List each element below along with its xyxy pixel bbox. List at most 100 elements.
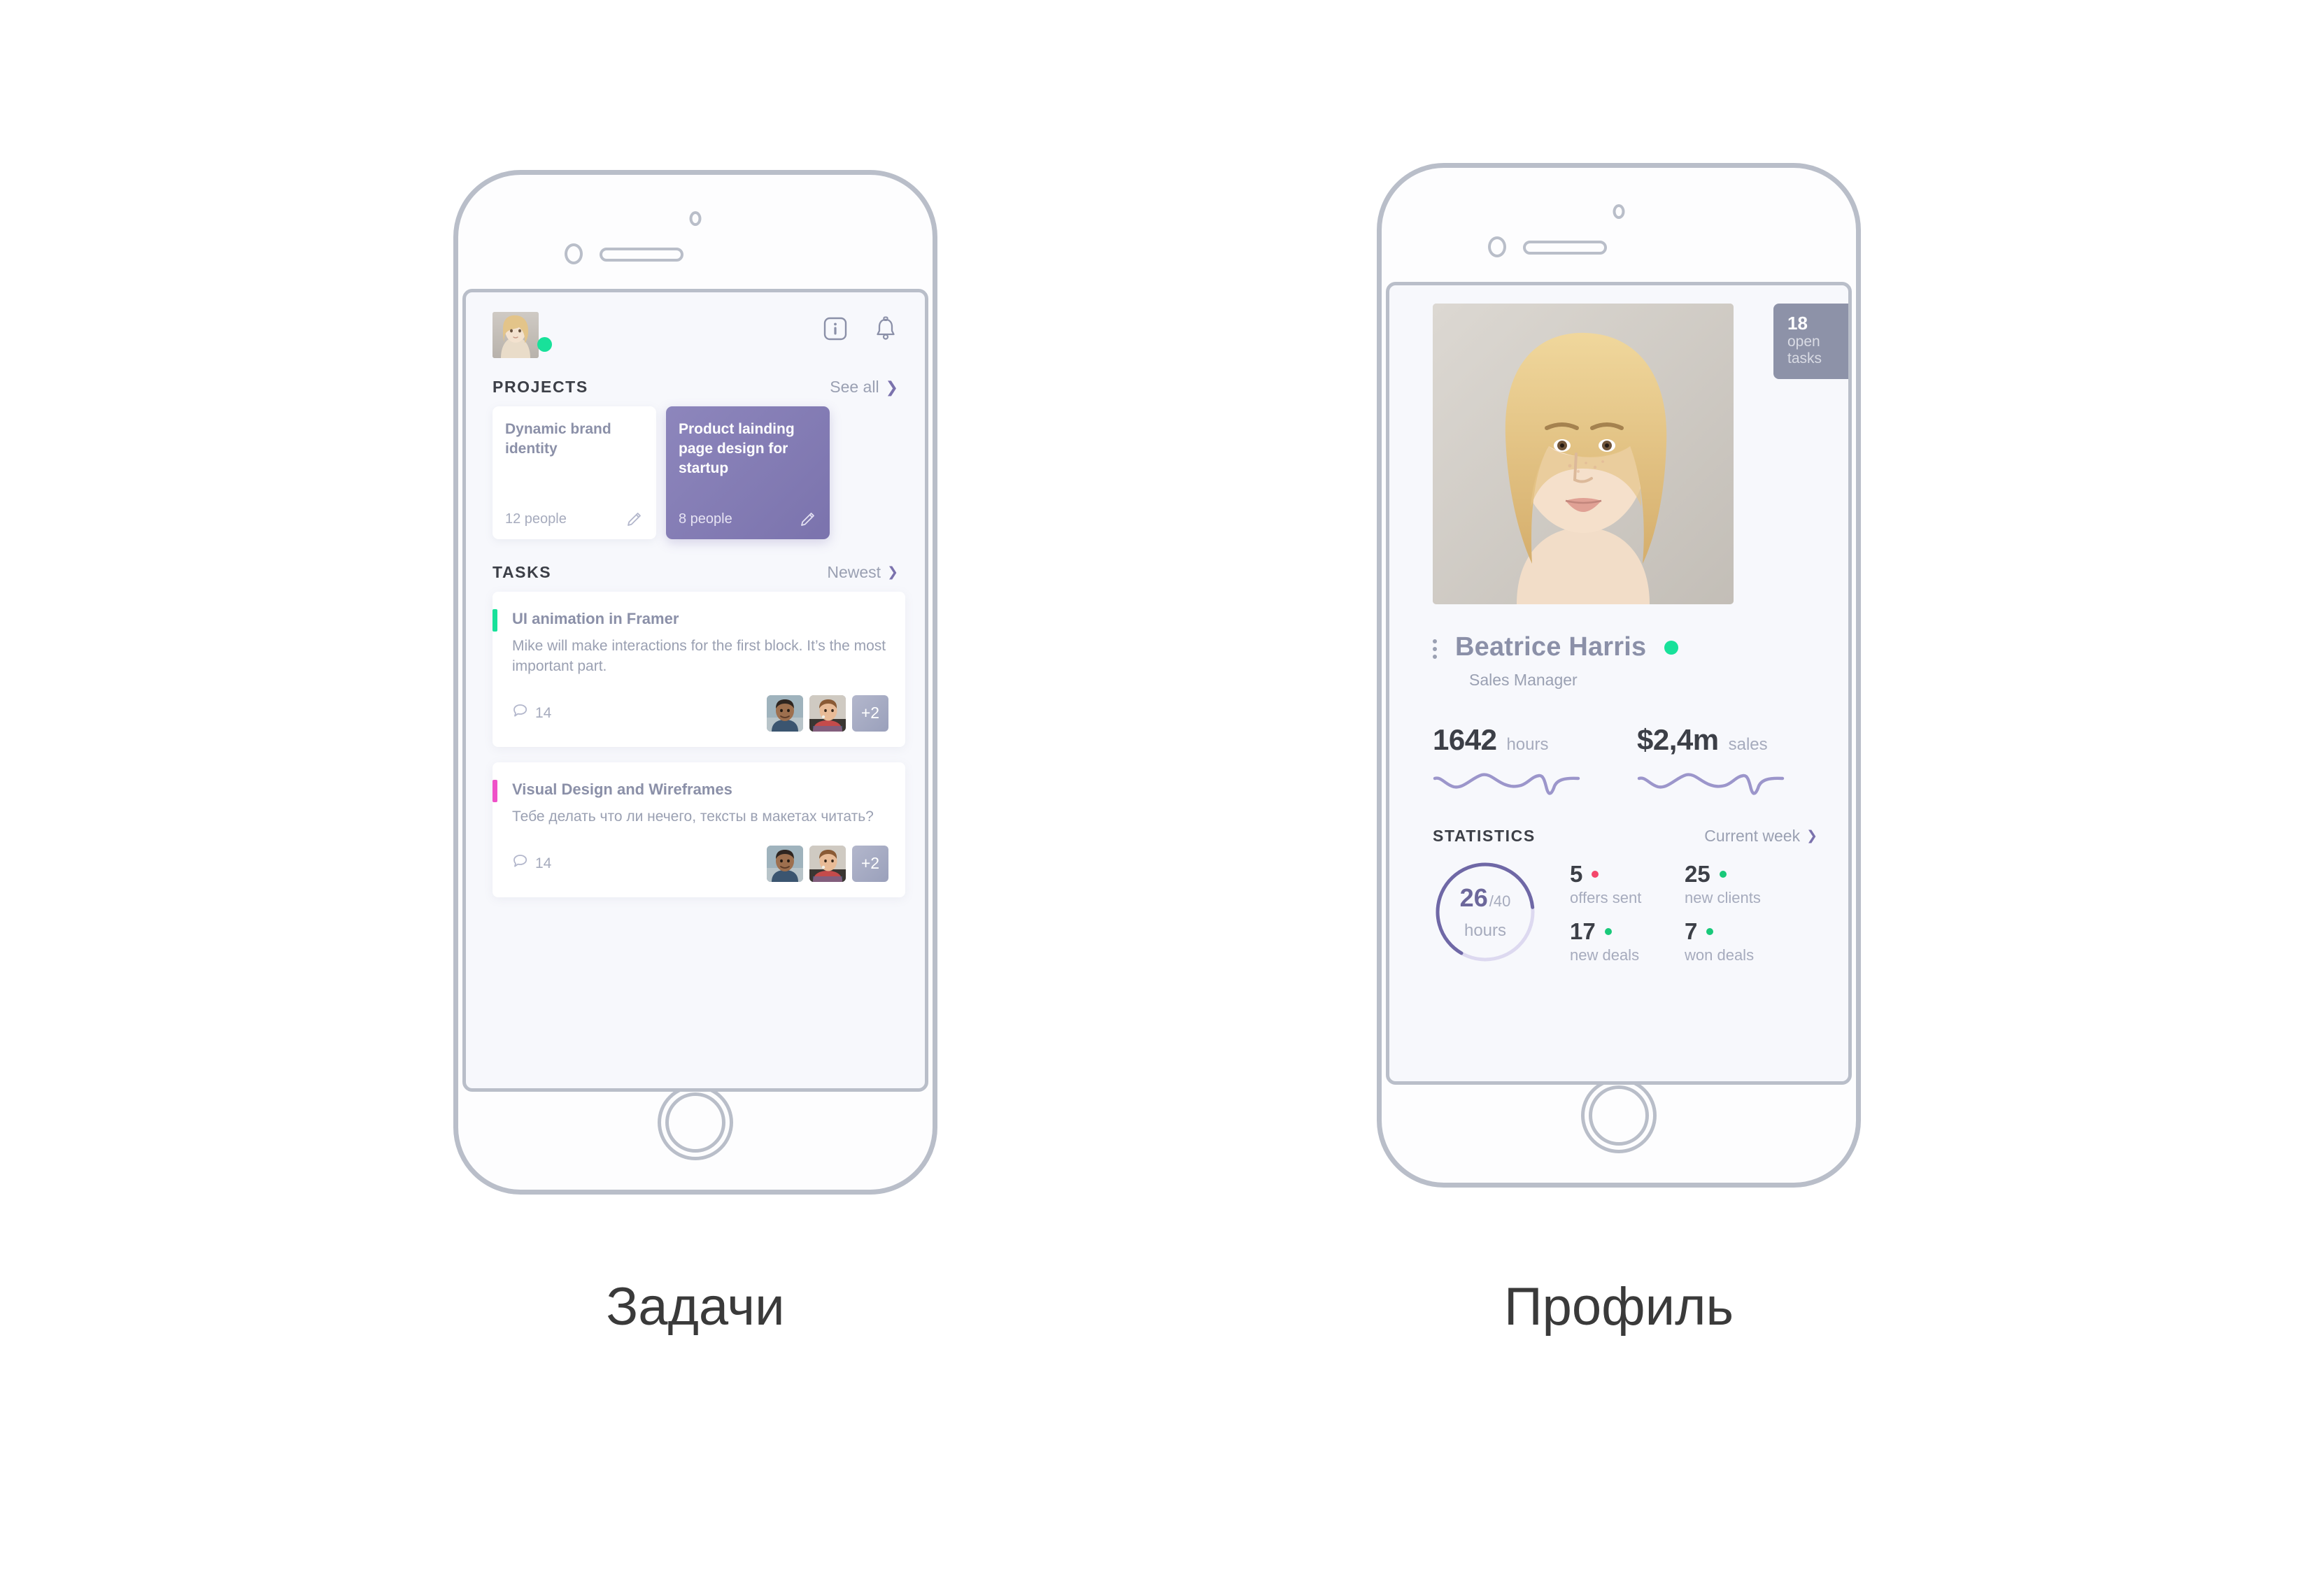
metric-label: new deals: [1570, 946, 1640, 964]
donut-value: 26: [1459, 883, 1488, 912]
screen-tasks: PROJECTS See all ❯ Dynamic brand identit…: [462, 289, 928, 1092]
assignee-avatar[interactable]: [767, 694, 803, 732]
statistics-header: STATISTICS Current week ❯: [1389, 797, 1848, 846]
online-status-dot: [537, 337, 552, 352]
tasks-sort-label: Newest: [827, 563, 881, 581]
metric-new-clients: 25 new clients: [1685, 861, 1799, 907]
statistics-period-label: Current week: [1704, 827, 1801, 845]
projects-title: PROJECTS: [493, 378, 588, 396]
task-color-bar: [493, 609, 497, 632]
project-people-count: 12 people: [505, 511, 567, 527]
metric-new-deals: 17 new deals: [1570, 918, 1685, 964]
see-all-button[interactable]: See all ❯: [830, 378, 898, 397]
kpi-hours-unit: hours: [1506, 735, 1549, 754]
task-row[interactable]: UI animation in Framer Mike will make in…: [493, 592, 905, 747]
proximity-sensor-icon: [1488, 236, 1506, 257]
task-comment-count: 14: [535, 855, 552, 871]
donut-center-label: 26 /40 hours: [1430, 857, 1540, 967]
task-comments[interactable]: 14: [512, 703, 551, 724]
task-comments[interactable]: 14: [512, 853, 551, 874]
sparkline-sales: [1637, 767, 1805, 797]
project-people-count: 8 people: [679, 511, 732, 527]
statistics-title: STATISTICS: [1433, 827, 1536, 845]
metric-value-row: 5: [1570, 861, 1685, 888]
kpi-hours: 1642 hours: [1433, 723, 1601, 797]
task-title: UI animation in Framer: [512, 610, 679, 627]
kpi-sales-head: $2,4m sales: [1637, 723, 1805, 757]
pencil-icon[interactable]: [799, 510, 817, 528]
donut-value-row: 26 /40: [1460, 883, 1511, 913]
hours-donut-chart: 26 /40 hours: [1430, 857, 1540, 967]
app-header: [466, 292, 925, 378]
screen-profile: 18 open tasks Beatrice Harris Sales Mana…: [1386, 282, 1852, 1085]
donut-denominator: /40: [1489, 892, 1511, 910]
task-row[interactable]: Visual Design and Wireframes Тебе делать…: [493, 762, 905, 897]
task-description: Тебе делать что ли нечего, тексты в маке…: [512, 808, 874, 825]
home-button[interactable]: [1581, 1078, 1657, 1153]
metric-value: 7: [1685, 918, 1698, 944]
kebab-menu-icon[interactable]: [1433, 636, 1437, 659]
statistics-body: 26 /40 hours 5 offers sent 25 new client…: [1389, 846, 1848, 967]
donut-unit: hours: [1464, 921, 1507, 940]
open-tasks-badge[interactable]: 18 open tasks: [1773, 304, 1848, 379]
metric-value: 5: [1570, 861, 1583, 887]
avatar-image: [493, 312, 539, 358]
metric-value: 17: [1570, 918, 1596, 944]
metric-value: 25: [1685, 861, 1710, 887]
metric-value-row: 7: [1685, 918, 1799, 945]
extra-assignees-badge[interactable]: +2: [852, 694, 888, 732]
tasks-sort-dropdown[interactable]: Newest ❯: [827, 563, 898, 582]
kpi-sales-unit: sales: [1728, 735, 1768, 754]
caption-tasks: Задачи: [606, 1277, 785, 1337]
metric-label: offers sent: [1570, 889, 1642, 906]
project-card[interactable]: Dynamic brand identity 12 people: [493, 406, 656, 539]
assignee-avatar[interactable]: [809, 845, 846, 882]
metric-value-row: 25: [1685, 861, 1799, 888]
chevron-right-icon: ❯: [885, 378, 898, 396]
task-footer: 14 +2: [512, 694, 888, 732]
info-icon[interactable]: [823, 316, 848, 341]
metric-status-dot: [1604, 928, 1612, 935]
task-assignees: +2: [767, 694, 888, 732]
antenna-notch: [1716, 163, 1789, 168]
statistics-period-dropdown[interactable]: Current week ❯: [1704, 827, 1818, 846]
avatar[interactable]: [493, 312, 552, 358]
tasks-list: UI animation in Framer Mike will make in…: [466, 592, 925, 897]
online-status-dot: [1664, 640, 1679, 655]
profile-photo[interactable]: [1433, 304, 1734, 604]
tasks-section-header: TASKS Newest ❯: [466, 563, 925, 582]
metric-status-dot: [1706, 928, 1714, 935]
open-tasks-label-line1: open: [1787, 333, 1820, 350]
caption-profile: Профиль: [1503, 1277, 1734, 1337]
profile-name-row: Beatrice Harris: [1389, 604, 1848, 662]
projects-list: Dynamic brand identity 12 people Product…: [466, 406, 925, 539]
chevron-down-icon: ❯: [1806, 829, 1818, 843]
metric-status-dot: [1719, 871, 1727, 878]
earpiece-speaker: [600, 248, 683, 262]
pencil-icon[interactable]: [625, 510, 644, 528]
home-button[interactable]: [658, 1085, 733, 1160]
project-card[interactable]: Product lainding page design for startup…: [666, 406, 830, 539]
task-footer: 14 +2: [512, 845, 888, 882]
phone-mockup-profile: 18 open tasks Beatrice Harris Sales Mana…: [1377, 163, 1861, 1188]
kpi-sales-value: $2,4m: [1637, 723, 1719, 756]
kpi-hours-head: 1642 hours: [1433, 723, 1601, 757]
metric-status-dot: [1592, 871, 1599, 878]
kpi-hours-value: 1642: [1433, 723, 1497, 756]
open-tasks-count: 18: [1787, 313, 1808, 334]
comment-icon: [512, 703, 529, 724]
bell-icon[interactable]: [873, 316, 898, 341]
assignee-avatar[interactable]: [767, 845, 803, 882]
extra-assignees-badge[interactable]: +2: [852, 845, 888, 882]
project-title: Dynamic brand identity: [505, 421, 611, 457]
metric-offers-sent: 5 offers sent: [1570, 861, 1685, 907]
task-color-bar: [493, 779, 497, 802]
see-all-label: See all: [830, 378, 879, 396]
chevron-down-icon: ❯: [887, 565, 898, 580]
assignee-avatar[interactable]: [809, 694, 846, 732]
metric-label: won deals: [1685, 946, 1755, 964]
antenna-notch: [793, 170, 865, 175]
sparkline-hours: [1433, 767, 1601, 797]
statistics-metrics: 5 offers sent 25 new clients 17 new deal…: [1570, 857, 1799, 964]
kpi-sales: $2,4m sales: [1637, 723, 1805, 797]
